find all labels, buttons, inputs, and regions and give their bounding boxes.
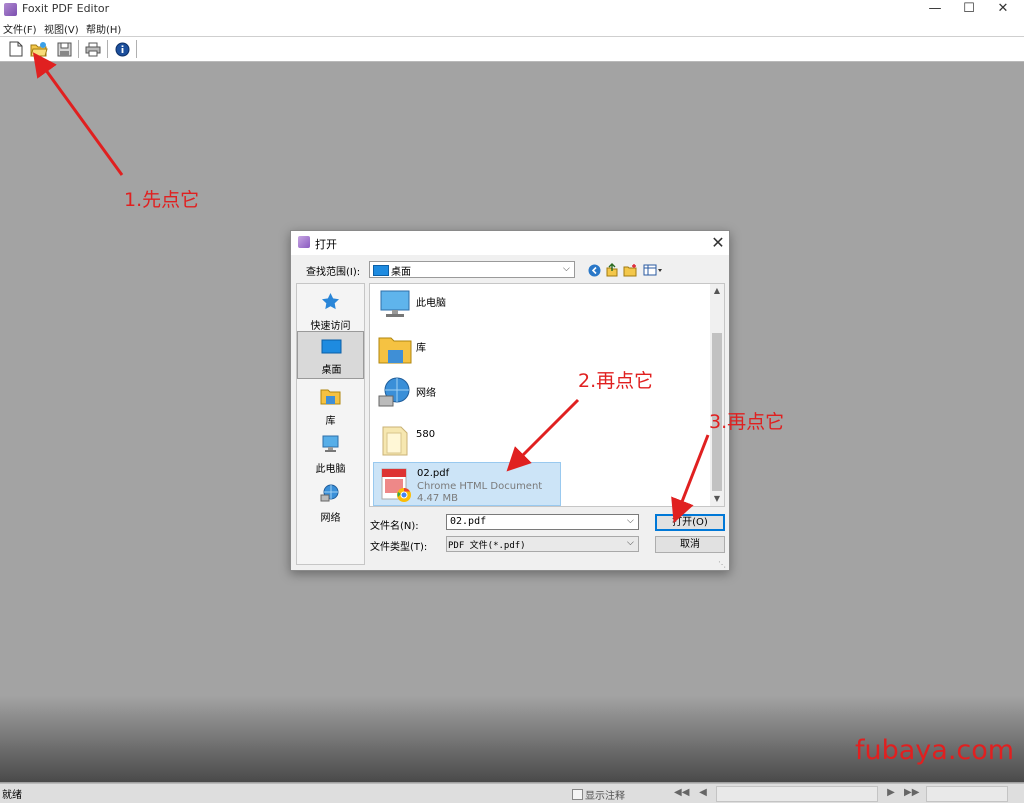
arrow-step2 bbox=[506, 398, 580, 472]
annotation-arrows bbox=[32, 52, 710, 524]
arrow-step3 bbox=[671, 434, 710, 524]
step1-label: 1.先点它 bbox=[124, 189, 200, 211]
arrow-step1 bbox=[32, 52, 124, 176]
step3-label: 3.再点它 bbox=[709, 411, 785, 433]
step2-label: 2.再点它 bbox=[578, 370, 654, 392]
watermark: fubaya.com bbox=[855, 735, 1015, 766]
